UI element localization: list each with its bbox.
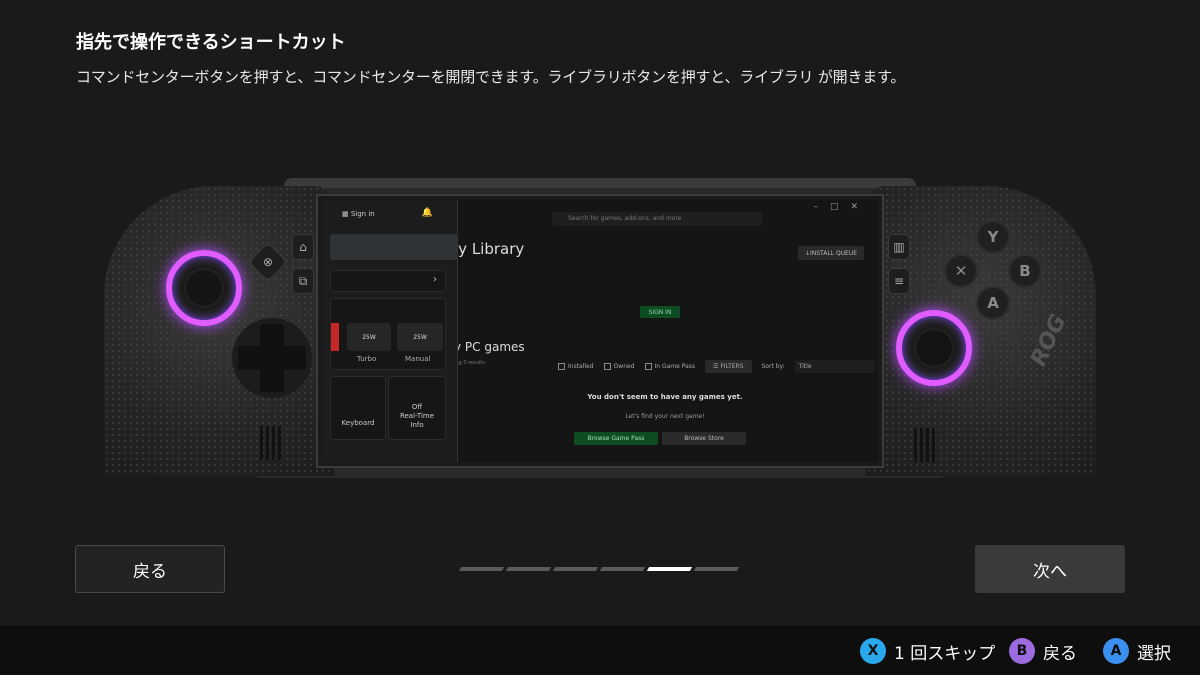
page-dot <box>505 567 552 571</box>
a-button-icon: A <box>1103 638 1129 664</box>
controller-hint-bar: X 1 回スキップ B 戻る A 選択 <box>0 626 1200 675</box>
mode-turbo: 25W <box>347 323 391 351</box>
x-button: ✕ <box>944 254 978 288</box>
panel-highlight <box>330 234 458 260</box>
mode-manual-label: Manual <box>405 355 431 363</box>
chevron-right-icon: › <box>433 274 437 285</box>
page-dot-active <box>646 567 693 571</box>
back-button[interactable]: 戻る <box>75 545 225 593</box>
hint-select-label: 選択 <box>1137 643 1171 664</box>
right-vent <box>914 428 938 462</box>
menu-icon: ≡ <box>888 268 910 294</box>
page-indicator <box>458 567 740 571</box>
sort-select: Title <box>794 360 875 373</box>
hint-skip[interactable]: X 1 回スキップ <box>860 638 995 664</box>
browse-store-button: Browse Store <box>662 432 746 445</box>
a-button: A <box>976 286 1010 320</box>
results-count: ing 0 results <box>454 360 485 366</box>
panel-sign-in: ▦ Sign in <box>342 210 375 218</box>
y-button: Y <box>976 220 1010 254</box>
app-search-input: Search for games, add-ons, and more <box>552 212 762 226</box>
filter-row: Installed Owned In Game Pass ☰ FILTERS S… <box>558 360 875 373</box>
page-title: 指先で操作できるショートカット <box>76 32 346 53</box>
library-icon: ▥ <box>893 240 905 254</box>
home-icon: ⌂ <box>292 234 314 260</box>
page-dot <box>599 567 646 571</box>
install-queue-button: ↓ INSTALL QUEUE <box>798 246 864 260</box>
browse-game-pass-button: Browse Game Pass <box>574 432 658 445</box>
mode-manual: 25W <box>397 323 443 351</box>
xbox-icon: ⊗ <box>262 255 274 269</box>
left-vent <box>260 426 284 460</box>
command-center-panel: ▦ Sign in 🔔 › 25W 25W Turbo Manual Keybo… <box>322 200 458 462</box>
b-button-icon: B <box>1009 638 1035 664</box>
pc-games-heading: y PC games <box>454 340 525 354</box>
windows-icon: ⧉ <box>292 268 314 294</box>
hint-skip-label: 1 回スキップ <box>894 643 996 664</box>
hint-select[interactable]: A 選択 <box>1103 638 1171 664</box>
filter-installed: Installed <box>558 363 594 370</box>
library-button: ▥ <box>888 234 910 260</box>
b-button: B <box>1008 254 1042 288</box>
page-dot <box>693 567 740 571</box>
app-sign-in-button: SIGN IN <box>640 306 680 318</box>
filter-owned: Owned <box>603 363 635 370</box>
device-screen: –□✕ ‹ Search for games, add-ons, and mor… <box>316 194 884 468</box>
sort-label: Sort by: <box>761 363 785 370</box>
right-stick <box>896 310 972 386</box>
tile-real-time-info: Off Real-Time Info <box>388 376 446 440</box>
hint-back[interactable]: B 戻る <box>1009 638 1077 664</box>
x-button-icon: X <box>860 638 886 664</box>
hint-back-label: 戻る <box>1043 643 1077 664</box>
page-description: コマンドセンターボタンを押すと、コマンドセンターを開閉できます。ライブラリボタン… <box>76 68 906 86</box>
panel-row: › <box>330 270 446 292</box>
mode-active-indicator <box>331 323 339 351</box>
next-button[interactable]: 次へ <box>975 545 1125 593</box>
page-dot <box>552 567 599 571</box>
library-title: ly Library <box>454 240 525 258</box>
dpad <box>232 318 312 398</box>
handheld-device-illustration: ⊗ ⌂ ⧉ ▥ ≡ Y ✕ B A ROG –□✕ ‹ Search for g… <box>104 178 1096 478</box>
bell-icon: 🔔 <box>421 208 433 218</box>
left-stick <box>166 250 242 326</box>
filters-button: ☰ FILTERS <box>705 360 752 373</box>
operating-modes: 25W 25W Turbo Manual <box>330 298 446 370</box>
mode-turbo-label: Turbo <box>357 355 377 363</box>
page-dot <box>458 567 505 571</box>
tile-keyboard: Keyboard <box>330 376 386 440</box>
filter-game-pass: In Game Pass <box>644 363 695 370</box>
window-controls: –□✕ <box>813 202 870 212</box>
